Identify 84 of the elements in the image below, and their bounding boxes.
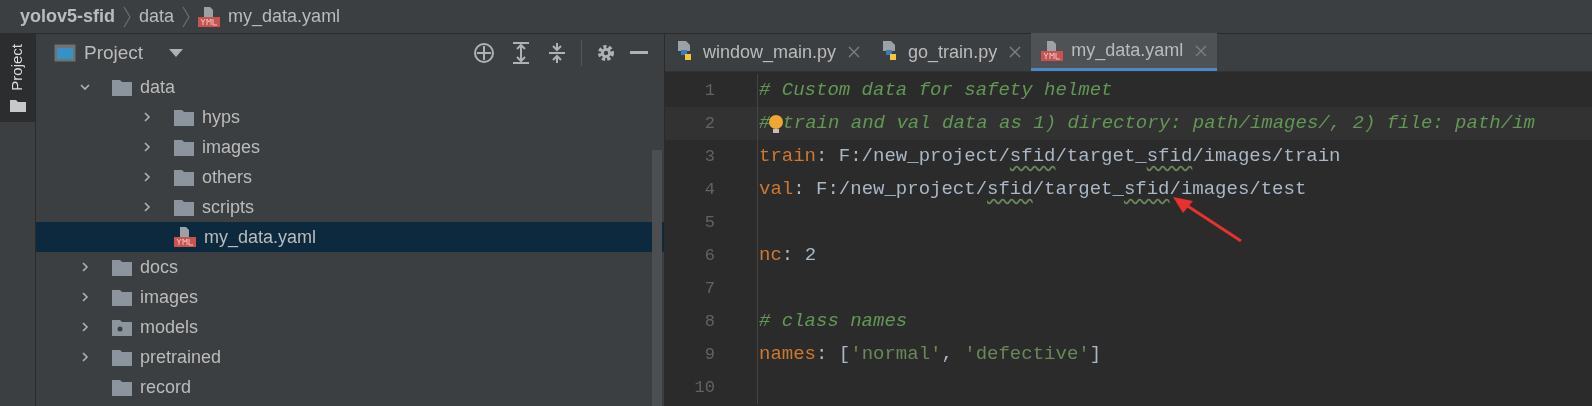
breadcrumb[interactable]: data xyxy=(139,3,175,30)
tree-item-label: my_data.yaml xyxy=(204,225,317,250)
editor-tab[interactable]: go_train.py xyxy=(870,33,1032,71)
close-icon[interactable] xyxy=(848,46,861,58)
package-folder-icon xyxy=(112,318,132,336)
code-line: val: F:/new_project/sfid/target_sfid/images/test xyxy=(759,177,1307,203)
tree-item[interactable]: docs xyxy=(36,252,664,282)
collapse-all-icon[interactable] xyxy=(547,42,567,64)
settings-icon[interactable] xyxy=(596,43,616,63)
folder-icon xyxy=(112,378,132,396)
chevron-down-icon[interactable] xyxy=(79,81,91,93)
tree-item[interactable]: data xyxy=(36,72,664,102)
expand-all-icon[interactable] xyxy=(511,42,531,64)
tree-item-label: images xyxy=(140,285,199,309)
tree-item[interactable]: scripts xyxy=(36,192,664,222)
tree-item-label: scripts xyxy=(202,195,254,219)
tree-item[interactable]: pretrained xyxy=(36,342,664,372)
yaml-file-icon xyxy=(174,227,196,247)
code-line: # class names xyxy=(759,309,908,335)
line-number: 5 xyxy=(703,211,715,234)
annotation-arrow xyxy=(1173,197,1243,243)
chevron-right-icon[interactable] xyxy=(79,351,91,363)
tree-item[interactable]: others xyxy=(36,162,664,192)
tree-item-label: images xyxy=(202,135,261,159)
tree-item-label: pretrained xyxy=(140,345,222,369)
folder-icon xyxy=(174,168,194,186)
locate-icon[interactable] xyxy=(473,42,495,64)
dropdown-caret-icon[interactable] xyxy=(169,49,184,57)
breadcrumb[interactable]: yolov5-sfid xyxy=(20,3,116,30)
tree-item-label: models xyxy=(140,315,199,339)
code-line: train and val data as 1) directory: path/images/, 2) file: path/im xyxy=(782,111,1535,137)
tree-item[interactable]: my_data.yaml xyxy=(36,222,664,252)
tree-item[interactable]: models xyxy=(36,312,664,342)
tree-item[interactable]: record xyxy=(36,372,664,402)
tree-item[interactable]: images xyxy=(36,282,664,312)
chevron-separator-icon xyxy=(182,5,191,28)
tree-item[interactable]: hyps xyxy=(36,102,664,132)
yaml-file-icon xyxy=(198,6,221,27)
tree-item-label: others xyxy=(202,165,253,189)
minimize-icon[interactable] xyxy=(630,51,648,55)
line-number: 8 xyxy=(703,310,715,333)
folder-icon xyxy=(9,98,26,112)
chevron-right-icon[interactable] xyxy=(79,291,91,303)
panel-title[interactable]: Project xyxy=(84,38,144,68)
chevron-separator-icon xyxy=(123,5,132,28)
folder-icon xyxy=(112,258,132,276)
folder-icon xyxy=(112,288,132,306)
code-line: # xyxy=(759,111,771,137)
folder-icon xyxy=(112,348,132,366)
line-number: 3 xyxy=(703,145,715,168)
chevron-right-icon[interactable] xyxy=(141,111,153,123)
tree-item-label: docs xyxy=(140,255,179,279)
breadcrumb[interactable]: my_data.yaml xyxy=(228,3,341,30)
line-number: 10 xyxy=(693,376,715,399)
chevron-right-icon[interactable] xyxy=(141,171,153,183)
yaml-file-icon xyxy=(1041,40,1064,61)
line-number: 4 xyxy=(703,178,715,201)
folder-icon xyxy=(174,138,194,156)
line-number: 1 xyxy=(703,79,715,102)
lightbulb-icon[interactable] xyxy=(768,113,785,134)
code-line: # Custom data for safety helmet xyxy=(759,78,1113,104)
line-number: 9 xyxy=(703,343,715,366)
folder-icon xyxy=(174,108,194,126)
tree-item-label: data xyxy=(140,75,176,99)
chevron-right-icon[interactable] xyxy=(141,141,153,153)
tree-item-label: record xyxy=(140,375,192,399)
close-icon[interactable] xyxy=(1009,46,1022,58)
chevron-right-icon[interactable] xyxy=(79,261,91,273)
line-number: 6 xyxy=(703,244,715,267)
window-icon xyxy=(54,44,76,62)
folder-icon xyxy=(112,78,132,96)
editor-tab[interactable]: window_main.py xyxy=(665,33,871,71)
chevron-right-icon[interactable] xyxy=(79,321,91,333)
project-tool-tab[interactable]: Project xyxy=(0,34,35,122)
folder-icon xyxy=(174,198,194,216)
tree-item-label: hyps xyxy=(202,105,241,129)
editor-tab[interactable]: my_data.yaml xyxy=(1031,33,1218,71)
code-line: nc: 2 xyxy=(759,243,817,269)
code-line: train: F:/new_project/sfid/target_sfid/images/train xyxy=(759,144,1341,170)
code-line: names: ['normal', 'defective'] xyxy=(759,342,1102,368)
chevron-right-icon[interactable] xyxy=(141,201,153,213)
tree-item[interactable]: images xyxy=(36,132,664,162)
scrollbar[interactable] xyxy=(652,150,662,406)
line-number: 7 xyxy=(703,277,715,300)
